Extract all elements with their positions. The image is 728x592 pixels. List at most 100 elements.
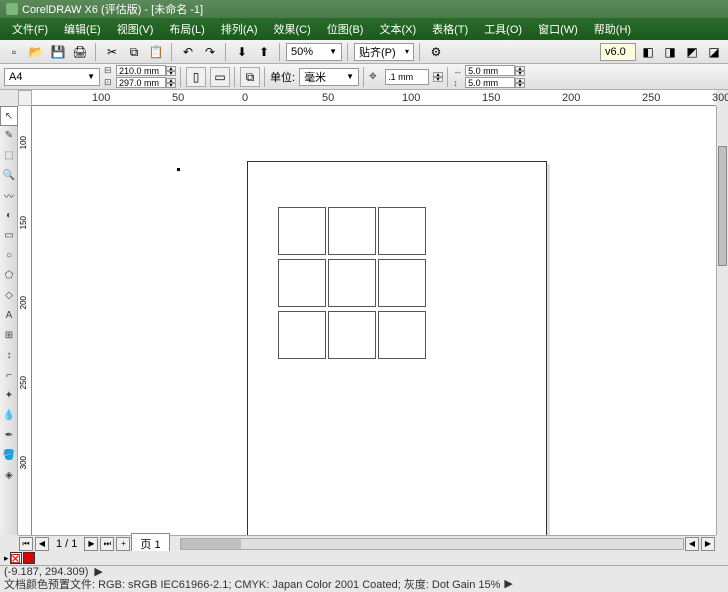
- copy-button[interactable]: ⧉: [124, 42, 144, 62]
- eyedropper-tool[interactable]: 💧: [0, 406, 18, 426]
- paste-button[interactable]: 📋: [146, 42, 166, 62]
- add-page-button[interactable]: +: [116, 537, 130, 551]
- snap-label: 贴齐(P): [359, 44, 396, 60]
- new-button[interactable]: ▫: [4, 42, 24, 62]
- menu-help[interactable]: 帮助(H): [586, 21, 639, 37]
- menu-effects[interactable]: 效果(C): [266, 21, 319, 37]
- menu-view[interactable]: 视图(V): [109, 21, 162, 37]
- menu-arrange[interactable]: 排列(A): [213, 21, 266, 37]
- ellipse-tool[interactable]: ○: [0, 246, 18, 266]
- menu-table[interactable]: 表格(T): [424, 21, 476, 37]
- landscape-button[interactable]: ▭: [210, 67, 230, 87]
- launch-button-1[interactable]: ◧: [638, 42, 658, 62]
- pick-tool[interactable]: ↖: [0, 106, 18, 126]
- menu-layout[interactable]: 布局(L): [161, 21, 212, 37]
- height-spinner[interactable]: ▴▾: [166, 78, 176, 88]
- page[interactable]: [247, 161, 547, 535]
- last-page-button[interactable]: ⏭: [100, 537, 114, 551]
- vertical-scrollbar[interactable]: [716, 106, 728, 535]
- interactive-tool[interactable]: ✦: [0, 386, 18, 406]
- horizontal-ruler[interactable]: 100 50 0 50 100 150 200 250 300: [32, 90, 716, 106]
- rectangle-tool[interactable]: ▭: [0, 226, 18, 246]
- zoom-combo[interactable]: 50% ▼: [286, 43, 342, 61]
- print-button[interactable]: 🖨: [70, 42, 90, 62]
- freehand-tool[interactable]: 〰: [0, 186, 18, 206]
- launch-button-4[interactable]: ◪: [704, 42, 724, 62]
- undo-button[interactable]: ↶: [178, 42, 198, 62]
- fill-tool[interactable]: 🪣: [0, 446, 18, 466]
- portrait-button[interactable]: ▯: [186, 67, 206, 87]
- horizontal-scrollbar[interactable]: [180, 538, 684, 550]
- redo-button[interactable]: ↷: [200, 42, 220, 62]
- open-button[interactable]: 📂: [26, 42, 46, 62]
- crop-tool[interactable]: ⬚: [0, 146, 18, 166]
- import-button[interactable]: ⬇: [232, 42, 252, 62]
- no-fill-swatch[interactable]: ⊠: [10, 552, 22, 564]
- nudge-input[interactable]: .1 mm: [385, 69, 429, 85]
- scrollbar-thumb[interactable]: [181, 539, 241, 549]
- ruler-tick: 200: [19, 296, 28, 309]
- grid-cell[interactable]: [378, 207, 426, 255]
- scroll-left-button[interactable]: ◀: [685, 537, 699, 551]
- version-badge: v6.0: [600, 43, 636, 61]
- snap-combo[interactable]: 贴齐(P) ▾: [354, 43, 414, 61]
- launch-button-2[interactable]: ◨: [660, 42, 680, 62]
- width-spinner[interactable]: ▴▾: [166, 66, 176, 76]
- menu-file[interactable]: 文件(F): [4, 21, 56, 37]
- grid-cell[interactable]: [328, 207, 376, 255]
- dup-x-spinner[interactable]: ▴▾: [515, 66, 525, 76]
- first-page-button[interactable]: ⏮: [19, 537, 33, 551]
- chevron-down-icon: ▼: [87, 72, 95, 81]
- shape-tool[interactable]: ✎: [0, 126, 18, 146]
- grid-cell[interactable]: [278, 259, 326, 307]
- basic-shapes-tool[interactable]: ◇: [0, 286, 18, 306]
- grid-cell[interactable]: [378, 259, 426, 307]
- nudge-spinner[interactable]: ▴▾: [433, 72, 443, 82]
- text-tool[interactable]: A: [0, 306, 18, 326]
- table-tool[interactable]: ⊞: [0, 326, 18, 346]
- canvas[interactable]: [32, 106, 716, 535]
- menu-bitmap[interactable]: 位图(B): [319, 21, 372, 37]
- dimension-tool[interactable]: ↕: [0, 346, 18, 366]
- dup-y-input[interactable]: 5.0 mm: [465, 77, 515, 88]
- launch-button-3[interactable]: ◩: [682, 42, 702, 62]
- smart-fill-tool[interactable]: ◐: [0, 206, 18, 226]
- menu-window[interactable]: 窗口(W): [530, 21, 586, 37]
- page-height-input[interactable]: 297.0 mm: [116, 77, 166, 88]
- menu-bar: 文件(F) 编辑(E) 视图(V) 布局(L) 排列(A) 效果(C) 位图(B…: [0, 18, 728, 40]
- next-page-button[interactable]: ▶: [84, 537, 98, 551]
- menu-text[interactable]: 文本(X): [371, 21, 424, 37]
- save-button[interactable]: 💾: [48, 42, 68, 62]
- menu-tools[interactable]: 工具(O): [476, 21, 530, 37]
- all-pages-button[interactable]: ⧉: [240, 67, 260, 87]
- cut-button[interactable]: ✂: [102, 42, 122, 62]
- grid-cell[interactable]: [328, 311, 376, 359]
- prev-page-button[interactable]: ◀: [35, 537, 49, 551]
- zoom-tool[interactable]: 🔍: [0, 166, 18, 186]
- scroll-right-button[interactable]: ▶: [701, 537, 715, 551]
- red-swatch[interactable]: [23, 552, 35, 564]
- grid-cell[interactable]: [378, 311, 426, 359]
- dup-y-spinner[interactable]: ▴▾: [515, 78, 525, 88]
- menu-edit[interactable]: 编辑(E): [56, 21, 109, 37]
- dup-x-input[interactable]: 5.0 mm: [465, 65, 515, 76]
- grid-cell[interactable]: [328, 259, 376, 307]
- grid-cell[interactable]: [278, 207, 326, 255]
- units-combo[interactable]: 毫米 ▼: [299, 68, 359, 86]
- paper-size-combo[interactable]: A4 ▼: [4, 68, 100, 86]
- page-width-input[interactable]: 210.0 mm: [116, 65, 166, 76]
- ruler-tick: 150: [482, 92, 500, 104]
- scrollbar-thumb[interactable]: [718, 146, 727, 266]
- separator: [95, 43, 97, 61]
- options-button[interactable]: ⚙: [426, 42, 446, 62]
- vertical-ruler[interactable]: 100 150 200 250 300: [18, 106, 32, 535]
- export-button[interactable]: ⬆: [254, 42, 274, 62]
- copy-icon: ⧉: [130, 46, 139, 58]
- interactive-fill-tool[interactable]: ◈: [0, 466, 18, 486]
- grid-cell[interactable]: [278, 311, 326, 359]
- polygon-tool[interactable]: ⬠: [0, 266, 18, 286]
- ruler-corner[interactable]: [18, 90, 32, 106]
- paper-size-value: A4: [9, 71, 22, 83]
- outline-tool[interactable]: ✒: [0, 426, 18, 446]
- connector-tool[interactable]: ⌐: [0, 366, 18, 386]
